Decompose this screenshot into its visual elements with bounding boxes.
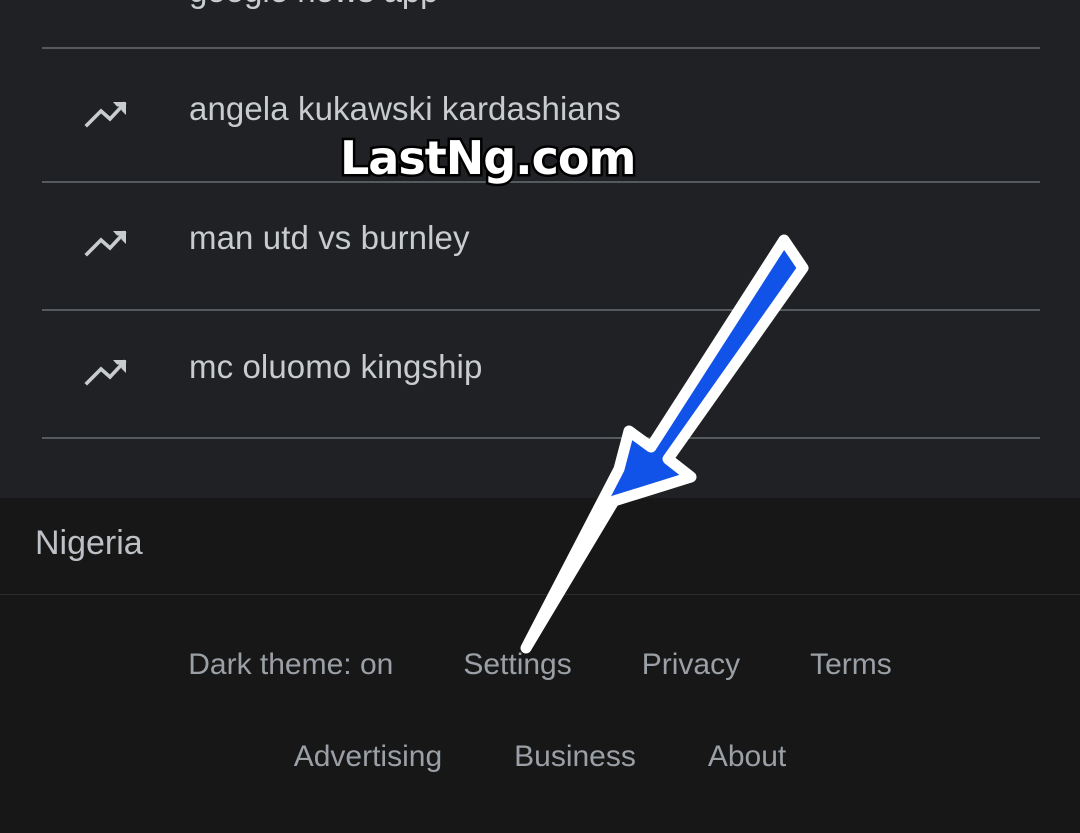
list-divider: [42, 47, 1040, 49]
footer-links-primary: Dark theme: on Settings Privacy Terms: [0, 648, 1080, 682]
footer-link-privacy[interactable]: Privacy: [642, 648, 740, 682]
trending-searches-section: google news app angela kukawski kardashi…: [0, 0, 1080, 498]
footer-divider: [0, 594, 1080, 595]
footer-link-about[interactable]: About: [708, 740, 786, 774]
google-trends-mobile-page: google news app angela kukawski kardashi…: [0, 0, 1080, 833]
trending-item-row[interactable]: angela kukawski kardashians: [0, 90, 1080, 136]
trending-item-label: angela kukawski kardashians: [189, 90, 621, 127]
trending-up-icon: [78, 221, 136, 265]
footer-link-terms[interactable]: Terms: [810, 648, 892, 682]
region-row[interactable]: Nigeria: [0, 498, 1080, 594]
trending-item-label: man utd vs burnley: [189, 219, 470, 256]
trending-item-row[interactable]: mc oluomo kingship: [0, 348, 1080, 394]
list-divider: [42, 309, 1040, 311]
footer-link-dark-theme[interactable]: Dark theme: on: [188, 648, 393, 682]
footer-link-advertising[interactable]: Advertising: [294, 740, 442, 774]
region-label: Nigeria: [35, 524, 143, 562]
trending-up-icon: [78, 92, 136, 136]
footer-link-business[interactable]: Business: [514, 740, 636, 774]
list-divider: [42, 437, 1040, 439]
site-watermark: LastNg.com: [337, 129, 638, 188]
clipped-trending-row[interactable]: google news app: [189, 0, 439, 10]
trending-up-icon: [78, 350, 136, 394]
trending-item-label: mc oluomo kingship: [189, 348, 483, 385]
footer-link-settings[interactable]: Settings: [463, 648, 571, 682]
footer-links-secondary: Advertising Business About: [0, 740, 1080, 774]
trending-item-row[interactable]: man utd vs burnley: [0, 219, 1080, 265]
